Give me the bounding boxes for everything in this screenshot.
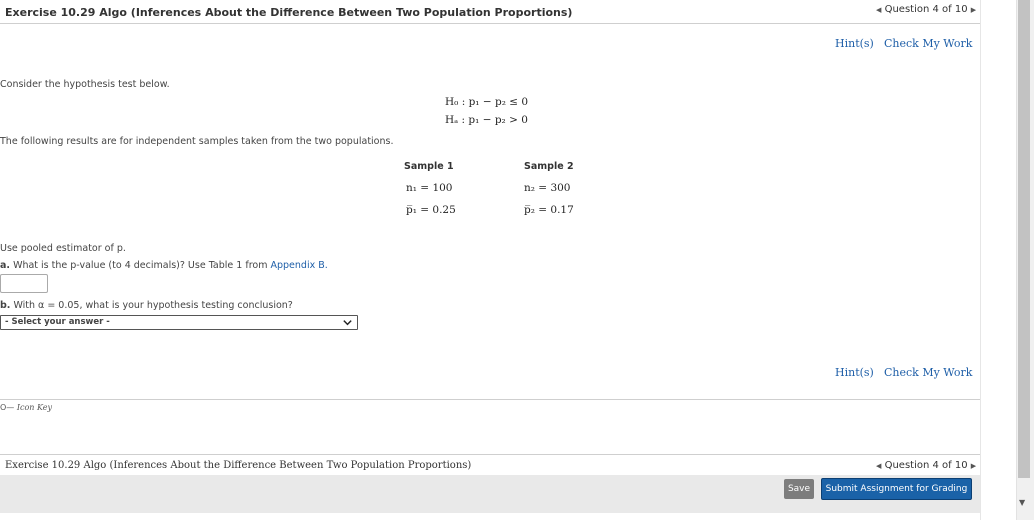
next-question-icon[interactable]: ▶ — [971, 6, 976, 14]
check-my-work-link-bottom[interactable]: Check My Work — [884, 366, 972, 379]
results-text: The following results are for independen… — [0, 136, 394, 147]
part-b-label: b. — [0, 300, 11, 311]
prev-question-icon[interactable]: ◀ — [876, 462, 881, 470]
question-counter: Question 4 of 10 — [884, 4, 968, 15]
page-title: Exercise 10.29 Algo (Inferences About th… — [5, 6, 573, 19]
next-question-icon[interactable]: ▶ — [971, 462, 976, 470]
key-icon: O— — [0, 403, 15, 412]
content-divider — [0, 399, 980, 400]
scroll-down-icon[interactable]: ▼ — [1019, 498, 1025, 507]
p-value-input[interactable] — [0, 274, 48, 293]
check-my-work-link-top[interactable]: Check My Work — [884, 37, 972, 50]
part-b-question: b. With α = 0.05, what is your hypothesi… — [0, 300, 293, 311]
sample1-n: n₁ = 100 — [406, 182, 453, 194]
intro-text: Consider the hypothesis test below. — [0, 79, 170, 90]
sample1-header: Sample 1 — [404, 161, 454, 172]
conclusion-select[interactable]: - Select your answer - — [0, 315, 358, 330]
question-nav-bottom[interactable]: ◀ Question 4 of 10 ▶ — [876, 460, 976, 471]
part-b-text: With α = 0.05, what is your hypothesis t… — [13, 300, 293, 311]
save-button[interactable]: Save — [784, 479, 814, 499]
footer-divider — [0, 454, 980, 455]
sample2-header: Sample 2 — [524, 161, 574, 172]
appendix-b-link[interactable]: Appendix B. — [271, 260, 328, 271]
sample2-proportion: p̅₂ = 0.17 — [524, 204, 574, 216]
conclusion-select-value: - Select your answer - — [5, 317, 110, 327]
part-a-question: a. What is the p-value (to 4 decimals)? … — [0, 260, 328, 271]
question-nav-top[interactable]: ◀ Question 4 of 10 ▶ — [876, 4, 976, 15]
hint-link-bottom[interactable]: Hint(s) — [835, 366, 874, 379]
sample1-proportion: p̅₁ = 0.25 — [406, 204, 456, 216]
question-counter-bottom: Question 4 of 10 — [884, 460, 968, 471]
content-edge — [980, 0, 981, 520]
prev-question-icon[interactable]: ◀ — [876, 6, 881, 14]
scrollbar-thumb[interactable] — [1018, 0, 1030, 478]
pooled-text: Use pooled estimator of p. — [0, 243, 126, 254]
null-hypothesis: H₀ : p₁ − p₂ ≤ 0 — [445, 96, 529, 108]
sample2-n: n₂ = 300 — [524, 182, 571, 194]
part-a-text: What is the p-value (to 4 decimals)? Use… — [13, 260, 268, 271]
footer-title: Exercise 10.29 Algo (Inferences About th… — [5, 460, 472, 471]
icon-key-label: Icon Key — [16, 403, 53, 412]
submit-assignment-button[interactable]: Submit Assignment for Grading — [821, 478, 972, 500]
alternative-hypothesis: Hₐ : p₁ − p₂ > 0 — [445, 114, 528, 126]
part-a-label: a. — [0, 260, 11, 271]
header-divider — [0, 23, 980, 24]
hint-link-top[interactable]: Hint(s) — [835, 37, 874, 50]
chevron-down-icon — [343, 320, 352, 326]
icon-key[interactable]: O— Icon Key — [0, 403, 52, 412]
